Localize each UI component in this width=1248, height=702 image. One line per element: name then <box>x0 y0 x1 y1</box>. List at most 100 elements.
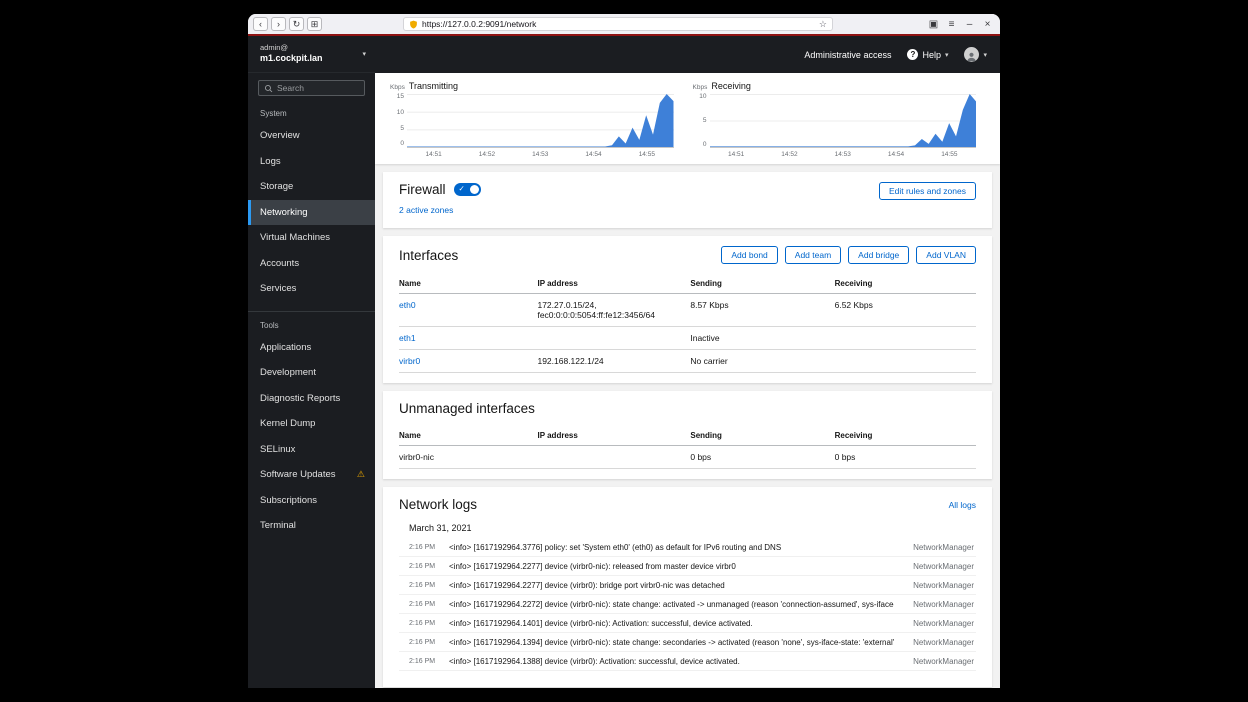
sidebar-item-diagnostic-reports[interactable]: Diagnostic Reports <box>248 386 375 412</box>
interface-link-eth1[interactable]: eth1 <box>399 333 537 343</box>
extensions-icon[interactable]: ▣ <box>926 19 941 30</box>
sidebar-item-software-updates[interactable]: Software Updates ⚠ <box>248 462 375 488</box>
chart-unit: Kbps <box>390 84 405 91</box>
reload-button[interactable]: ↻ <box>289 17 304 31</box>
log-entry[interactable]: 2:16 PM <info> [1617192964.1401] device … <box>399 614 976 633</box>
transmitting-chart: Kbps Transmitting 1510 50 <box>385 81 688 161</box>
x-axis: 14:5114:52 14:5314:54 14:55 <box>407 148 674 161</box>
site-identity-icon[interactable] <box>409 20 418 29</box>
add-team-button[interactable]: Add team <box>785 246 841 264</box>
page-content: Kbps Transmitting 1510 50 <box>375 73 1000 688</box>
all-logs-link[interactable]: All logs <box>949 500 976 510</box>
log-entry[interactable]: 2:16 PM <info> [1617192964.2277] device … <box>399 557 976 576</box>
chart-title: Transmitting <box>409 81 458 91</box>
sidebar-item-selinux[interactable]: SELinux <box>248 437 375 463</box>
sidebar: admin@ m1.cockpit.lan ▾ System Overview … <box>248 36 375 688</box>
url-text: https://127.0.0.2:9091/network <box>422 19 815 29</box>
sidebar-item-networking[interactable]: Networking <box>248 200 375 226</box>
unmanaged-interfaces-card: Unmanaged interfaces NameIP address Send… <box>383 391 992 479</box>
sidebar-item-logs[interactable]: Logs <box>248 149 375 175</box>
back-button[interactable]: ‹ <box>253 17 268 31</box>
url-bar[interactable]: https://127.0.0.2:9091/network ☆ <box>403 17 833 31</box>
sidebar-item-kernel-dump[interactable]: Kernel Dump <box>248 411 375 437</box>
y-axis: 105 0 <box>692 94 710 148</box>
network-logs-title: Network logs <box>399 497 477 512</box>
help-menu[interactable]: ? Help ▾ <box>907 49 948 60</box>
open-page-button[interactable]: ⊞ <box>307 17 322 31</box>
log-entry[interactable]: 2:16 PM <info> [1617192964.2277] device … <box>399 576 976 595</box>
session-menu[interactable]: ▾ <box>964 47 987 62</box>
log-entry[interactable]: 2:16 PM <info> [1617192964.1394] device … <box>399 633 976 652</box>
sidebar-item-terminal[interactable]: Terminal <box>248 513 375 539</box>
interfaces-card: Interfaces Add bond Add team Add bridge … <box>383 236 992 383</box>
interface-link-virbr0[interactable]: virbr0 <box>399 356 537 366</box>
cockpit-app: admin@ m1.cockpit.lan ▾ System Overview … <box>248 36 1000 688</box>
help-icon: ? <box>907 49 918 60</box>
table-header-row: NameIP address SendingReceiving <box>399 426 976 446</box>
chart-plot <box>407 94 674 148</box>
sidebar-search <box>258 80 365 96</box>
chart-plot <box>710 94 977 148</box>
x-axis: 14:5114:52 14:5314:54 14:55 <box>710 148 977 161</box>
chevron-down-icon: ▾ <box>362 50 366 58</box>
table-row: virbr0 192.168.122.1/24 No carrier <box>399 350 976 373</box>
masthead: Administrative access ? Help ▾ ▾ <box>375 36 1000 73</box>
chevron-down-icon: ▾ <box>945 51 949 59</box>
add-vlan-button[interactable]: Add VLAN <box>916 246 976 264</box>
active-zones-link[interactable]: 2 active zones <box>399 205 453 215</box>
browser-toolbar: ‹ › ↻ ⊞ https://127.0.0.2:9091/network ☆… <box>248 14 1000 34</box>
forward-button[interactable]: › <box>271 17 286 31</box>
log-entry[interactable]: 2:16 PM <info> [1617192964.3776] policy:… <box>399 538 976 557</box>
check-icon: ✓ <box>459 184 465 193</box>
close-button[interactable]: × <box>980 19 995 30</box>
menu-icon[interactable]: ≡ <box>944 19 959 30</box>
chart-unit: Kbps <box>693 84 708 91</box>
firewall-card: Firewall ✓ 2 active zones Edit rules and… <box>383 172 992 228</box>
interface-link-eth0[interactable]: eth0 <box>399 300 537 310</box>
edit-rules-zones-button[interactable]: Edit rules and zones <box>879 182 976 200</box>
avatar <box>964 47 979 62</box>
warning-icon: ⚠ <box>357 469 365 480</box>
log-entry[interactable]: 2:16 PM <info> [1617192964.1388] device … <box>399 652 976 671</box>
add-bridge-button[interactable]: Add bridge <box>848 246 909 264</box>
nav-section-tools: Tools <box>248 312 375 335</box>
add-bond-button[interactable]: Add bond <box>721 246 777 264</box>
unmanaged-table: NameIP address SendingReceiving virbr0-n… <box>399 426 976 469</box>
log-entry[interactable]: 2:16 PM <info> [1617192964.2272] device … <box>399 595 976 614</box>
sidebar-item-label: Software Updates <box>260 469 336 480</box>
host-user-menu[interactable]: admin@ m1.cockpit.lan ▾ <box>248 36 375 73</box>
browser-window: ‹ › ↻ ⊞ https://127.0.0.2:9091/network ☆… <box>248 14 1000 688</box>
firewall-toggle[interactable]: ✓ <box>454 183 481 196</box>
sidebar-item-development[interactable]: Development <box>248 360 375 386</box>
unmanaged-title: Unmanaged interfaces <box>399 401 535 416</box>
toggle-knob <box>470 185 479 194</box>
minimize-button[interactable]: – <box>962 19 977 30</box>
search-icon <box>264 84 273 93</box>
chevron-down-icon: ▾ <box>983 51 987 59</box>
bookmark-star-icon[interactable]: ☆ <box>819 19 827 30</box>
user-name: admin@ <box>260 43 323 53</box>
y-axis: 1510 50 <box>389 94 407 148</box>
sidebar-item-services[interactable]: Services <box>248 276 375 302</box>
administrative-access-button[interactable]: Administrative access <box>804 50 891 60</box>
sidebar-item-applications[interactable]: Applications <box>248 335 375 361</box>
search-input[interactable] <box>277 83 359 93</box>
sidebar-item-accounts[interactable]: Accounts <box>248 251 375 277</box>
table-row: eth1 Inactive <box>399 327 976 350</box>
sidebar-item-overview[interactable]: Overview <box>248 123 375 149</box>
nav-section-system: System <box>248 100 375 123</box>
interfaces-actions: Add bond Add team Add bridge Add VLAN <box>721 246 976 264</box>
sidebar-item-virtual-machines[interactable]: Virtual Machines <box>248 225 375 251</box>
receiving-chart: Kbps Receiving 105 0 <box>688 81 991 161</box>
host-user-label: admin@ m1.cockpit.lan <box>260 43 323 64</box>
table-header-row: NameIP address SendingReceiving <box>399 274 976 294</box>
sidebar-item-storage[interactable]: Storage <box>248 174 375 200</box>
main-area: Administrative access ? Help ▾ ▾ <box>375 36 1000 688</box>
network-logs-card: Network logs All logs March 31, 2021 2:1… <box>383 487 992 687</box>
sidebar-item-subscriptions[interactable]: Subscriptions <box>248 488 375 514</box>
chart-title: Receiving <box>711 81 751 91</box>
traffic-charts-card: Kbps Transmitting 1510 50 <box>375 73 1000 164</box>
host-name: m1.cockpit.lan <box>260 53 323 65</box>
table-row: virbr0-nic 0 bps 0 bps <box>399 446 976 469</box>
help-label: Help <box>922 50 941 60</box>
